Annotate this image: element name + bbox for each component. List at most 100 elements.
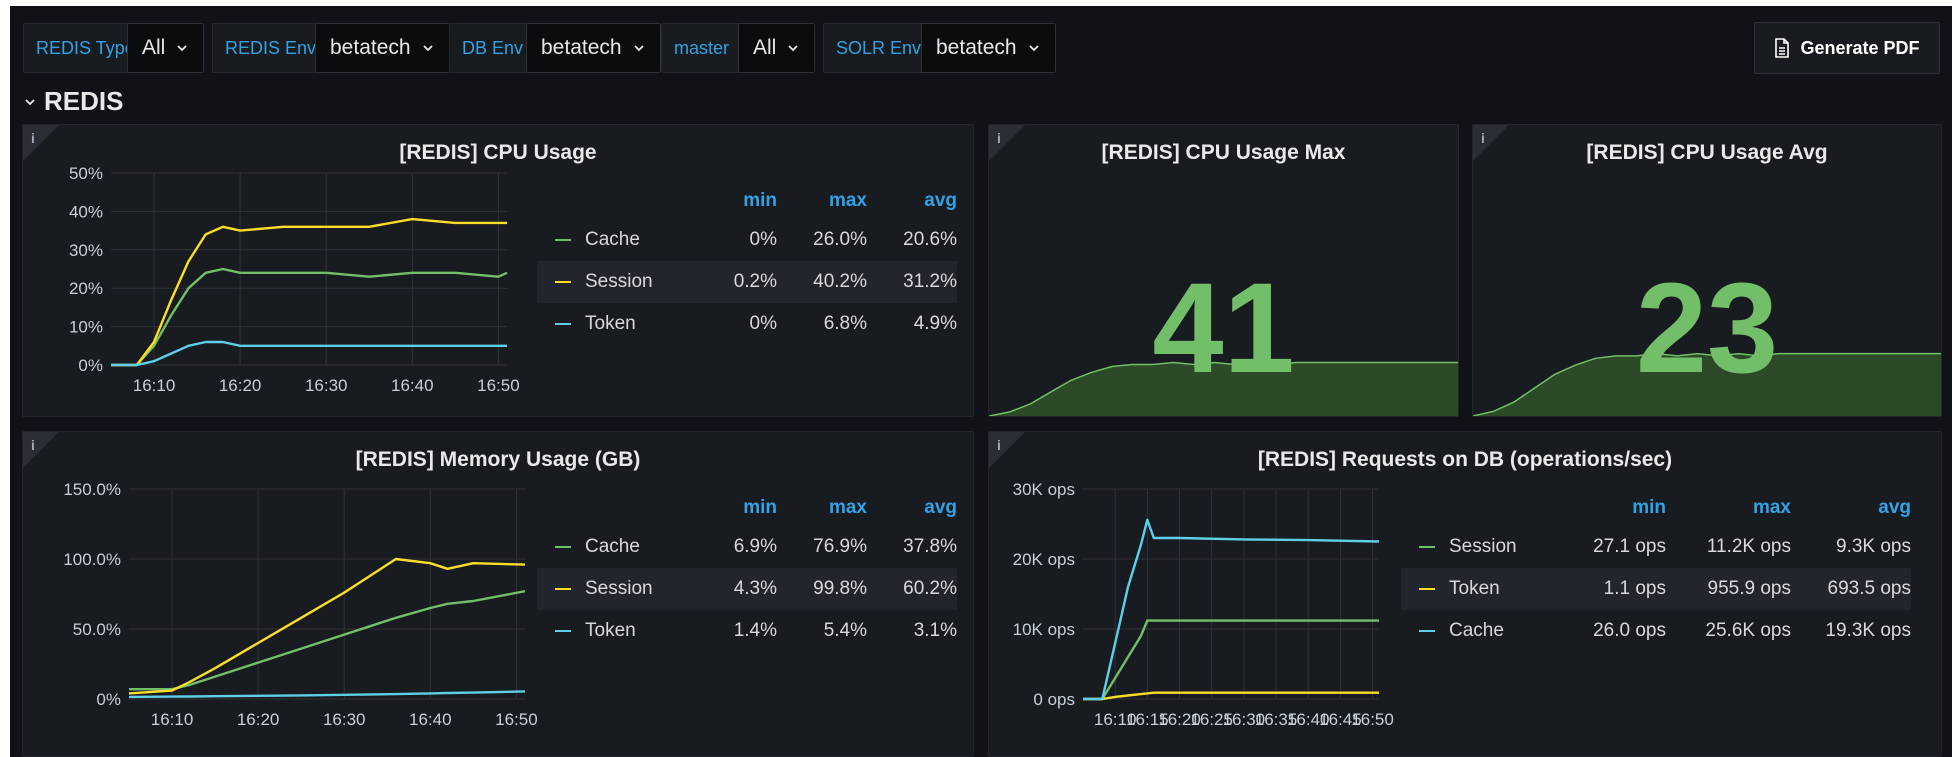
legend-avg: 693.5 ops [1791, 568, 1911, 610]
legend-avg: 31.2% [867, 261, 957, 303]
legend-row-cache[interactable]: Cache 26.0 ops 25.6K ops 19.3K ops [1401, 610, 1911, 652]
legend-row-session[interactable]: Session 27.1 ops 11.2K ops 9.3K ops [1401, 526, 1911, 568]
y-tick-label: 150.0% [63, 480, 121, 499]
y-tick-label: 50% [69, 165, 103, 183]
legend-row-cache[interactable]: Cache 6.9% 76.9% 37.8% [537, 526, 957, 568]
legend-row-cache[interactable]: Cache 0% 26.0% 20.6% [537, 219, 957, 261]
chevron-down-icon [788, 45, 798, 52]
generate-pdf-button[interactable]: Generate PDF [1754, 22, 1940, 74]
cpu-avg-value: 23 [1635, 257, 1779, 400]
legend-row-token[interactable]: Token 1.1 ops 955.9 ops 693.5 ops [1401, 568, 1911, 610]
memory-usage-graph[interactable]: 0% 50.0% 100.0% 150.0% 16:10 16:20 16:30 16:40 1… [23, 472, 543, 737]
cpu-usage-graph[interactable]: 0% 10% 20% 30% 40% 50% 16:10 16:20 16:30 16:40 16:… [23, 165, 543, 405]
row-header-redis[interactable]: REDIS [24, 86, 123, 117]
document-icon [1775, 38, 1790, 58]
x-tick-label: 16:40 [409, 710, 452, 729]
x-tick-label: 16:10 [133, 376, 176, 395]
legend-series-name: Session [585, 271, 653, 292]
y-tick-label: 0 ops [1033, 690, 1075, 709]
legend-header-max[interactable]: max [777, 183, 867, 219]
legend-max: 955.9 ops [1666, 568, 1791, 610]
panel-cpu-usage-avg[interactable]: i [REDIS] CPU Usage Avg 23 [1472, 124, 1942, 417]
x-tick-label: 16:10 [151, 710, 194, 729]
series-swatch [1419, 587, 1435, 590]
legend-min: 27.1 ops [1593, 536, 1666, 557]
panel-cpu-usage[interactable]: i [REDIS] CPU Usage 0% 10% 20% 30% 40% 50% 16:… [22, 124, 974, 417]
chevron-down-icon [1028, 45, 1039, 52]
select-value: betatech [936, 36, 1017, 59]
series-line-session[interactable] [111, 217, 507, 367]
y-tick-label: 10K ops [1013, 620, 1075, 639]
x-tick-label: 16:20 [237, 710, 280, 729]
series-swatch [555, 545, 571, 548]
variable-select-solr-env[interactable]: betatech [921, 23, 1056, 73]
y-tick-label: 100.0% [63, 550, 121, 569]
variable-select-redis-env[interactable]: betatech [315, 23, 450, 73]
legend-row-token[interactable]: Token 0% 6.8% 4.9% [537, 303, 957, 345]
series-swatch [1419, 545, 1435, 548]
y-tick-label: 0% [78, 356, 103, 375]
y-tick-label: 20K ops [1013, 550, 1075, 569]
legend-series-name: Token [585, 313, 636, 334]
series-swatch [555, 587, 571, 590]
legend-header-min[interactable]: min [707, 183, 777, 219]
legend-series-name: Token [585, 620, 636, 641]
x-tick-label: 16:30 [323, 710, 366, 729]
legend-row-session[interactable]: Session 4.3% 99.8% 60.2% [537, 568, 957, 610]
x-tick-label: 16:30 [305, 376, 348, 395]
variable-select-db-env[interactable]: betatech [526, 23, 661, 73]
series-line-token[interactable] [128, 690, 526, 699]
legend-series-name: Session [585, 578, 653, 599]
series-swatch [555, 238, 571, 241]
series-line-cache[interactable] [129, 590, 526, 691]
x-tick-label: 16:50 [495, 710, 538, 729]
variable-label-master: master [661, 23, 743, 73]
legend-max: 40.2% [777, 261, 867, 303]
legend-header-min[interactable]: min [1561, 490, 1666, 526]
row-title: REDIS [44, 86, 124, 116]
requests-legend: min max avg Session 27.1 ops 11.2K ops 9.3K o… [1401, 490, 1911, 652]
series-swatch [1419, 629, 1435, 632]
legend-header-min[interactable]: min [707, 490, 777, 526]
legend-avg: 60.2% [867, 568, 957, 610]
legend-header-avg[interactable]: avg [867, 490, 957, 526]
series-line-token[interactable] [111, 340, 507, 367]
panel-memory-usage[interactable]: i [REDIS] Memory Usage (GB) 0% 50.0% 100.0… [22, 431, 974, 757]
series-swatch [555, 322, 571, 325]
legend-min: 6.9% [733, 536, 777, 557]
y-tick-label: 0% [96, 690, 121, 709]
panel-title: [REDIS] CPU Usage Max [1101, 141, 1346, 164]
series-line-session[interactable] [128, 557, 526, 695]
legend-max: 26.0% [813, 229, 867, 250]
series-line-session[interactable] [1083, 619, 1379, 701]
series-line-cache[interactable] [1083, 518, 1380, 701]
series-line-cache[interactable] [111, 267, 508, 367]
legend-row-token[interactable]: Token 1.4% 5.4% 3.1% [537, 610, 957, 652]
y-tick-label: 50.0% [73, 620, 121, 639]
legend-max: 6.8% [823, 313, 867, 334]
legend-header-max[interactable]: max [777, 490, 867, 526]
legend-series-name: Cache [585, 536, 640, 557]
legend-header-avg[interactable]: avg [1791, 490, 1911, 526]
legend-avg: 4.9% [913, 313, 957, 334]
legend-max: 25.6K ops [1705, 620, 1791, 641]
legend-avg: 19.3K ops [1825, 620, 1911, 641]
panel-requests-on-db[interactable]: i [REDIS] Requests on DB (operations/sec… [988, 431, 1942, 757]
variable-select-master[interactable]: All [738, 23, 816, 73]
requests-graph[interactable]: 0 ops10K ops20K ops30K ops16:1016:1516:2… [989, 472, 1409, 737]
y-tick-label: 20% [69, 279, 103, 298]
legend-row-session[interactable]: Session 0.2% 40.2% 31.2% [537, 261, 957, 303]
legend-min: 1.4% [733, 620, 777, 641]
legend-header-max[interactable]: max [1666, 490, 1791, 526]
memory-usage-legend: min max avg Cache 6.9% 76.9% 37.8% Session 4.3… [537, 490, 957, 652]
legend-avg: 20.6% [903, 229, 957, 250]
y-tick-label: 10% [69, 318, 103, 337]
variable-select-redis-type[interactable]: All [127, 23, 205, 73]
legend-avg: 37.8% [903, 536, 957, 557]
legend-header-avg[interactable]: avg [867, 183, 957, 219]
series-line-token[interactable] [1083, 691, 1379, 701]
x-tick-label: 16:20 [219, 376, 262, 395]
legend-min: 0% [749, 229, 777, 250]
panel-cpu-usage-max[interactable]: i [REDIS] CPU Usage Max 41 [988, 124, 1459, 417]
legend-min: 26.0 ops [1593, 620, 1666, 641]
